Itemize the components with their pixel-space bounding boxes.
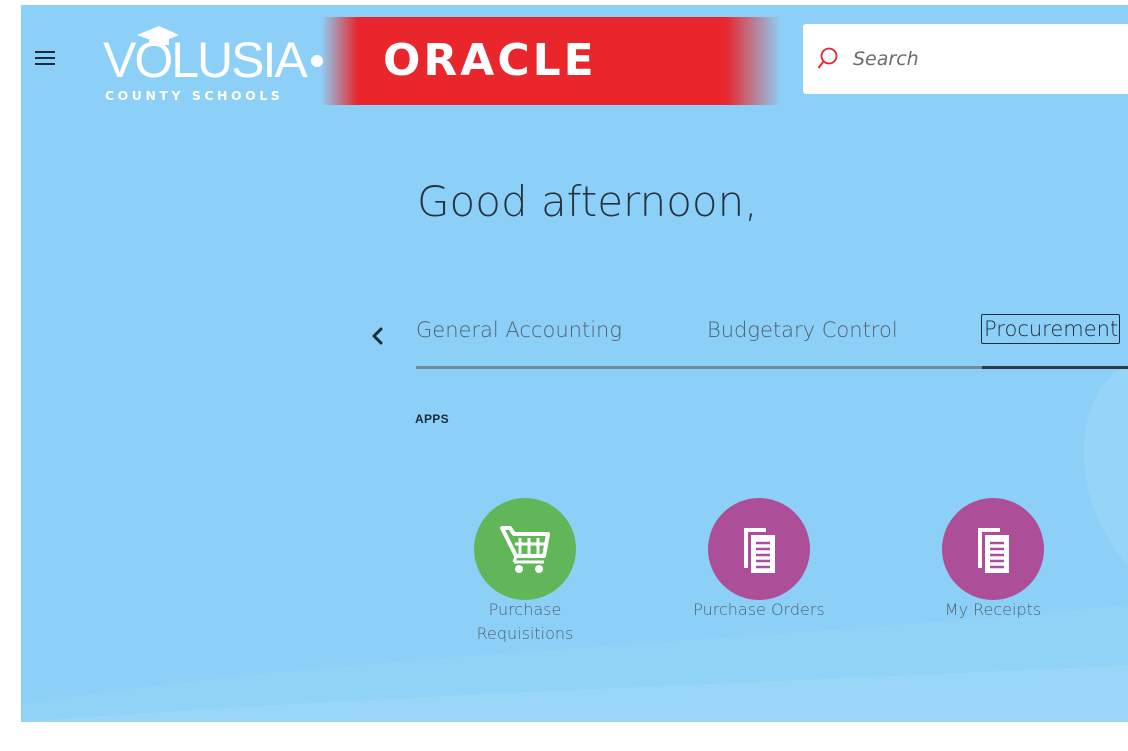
document-copy-icon — [744, 528, 775, 573]
search-icon[interactable] — [817, 47, 839, 71]
app-label: Purchase Requisitions — [470, 598, 580, 646]
search-box[interactable] — [803, 24, 1128, 94]
tab-bar: General Accounting Budgetary Control Pro… — [416, 310, 1128, 370]
search-input[interactable] — [853, 46, 1113, 72]
app-tile-my-receipts[interactable]: My Receipts — [908, 498, 1078, 624]
app-icon-circle[interactable] — [708, 498, 810, 600]
app-label-line2: Requisitions — [476, 624, 574, 643]
app-label-line1: Purchase — [488, 600, 562, 619]
shopping-cart-icon — [500, 526, 550, 573]
app-icon-circle[interactable] — [474, 498, 576, 600]
document-copy-icon — [978, 528, 1009, 573]
greeting-heading: Good afternoon, — [417, 177, 758, 226]
apps-heading: APPS — [415, 412, 449, 426]
app-icon-circle[interactable] — [942, 498, 1044, 600]
app-window: VOLUSIA COUNTY SCHOOLS ORACLE Good after… — [21, 5, 1128, 722]
logo-primary-text: VOLUSIA — [103, 32, 308, 88]
oracle-banner: ORACLE — [321, 17, 781, 105]
logo-secondary-text: COUNTY SCHOOLS — [105, 88, 284, 103]
tab-active-indicator — [982, 366, 1128, 369]
app-tile-purchase-orders[interactable]: Purchase Orders — [674, 498, 844, 624]
app-tile-purchase-requisitions[interactable]: Purchase Requisitions — [440, 498, 610, 648]
tab-procurement[interactable]: Procurement — [981, 314, 1121, 344]
chevron-left-icon[interactable] — [367, 321, 389, 351]
tab-budgetary-control[interactable]: Budgetary Control — [707, 318, 898, 342]
app-label: My Receipts — [944, 600, 1042, 619]
volusia-logo: VOLUSIA COUNTY SCHOOLS — [101, 19, 308, 105]
oracle-logo-text: ORACLE — [383, 35, 597, 86]
hamburger-menu-icon[interactable] — [33, 47, 59, 69]
tab-general-accounting[interactable]: General Accounting — [416, 318, 622, 342]
app-label: Purchase Orders — [693, 600, 825, 619]
